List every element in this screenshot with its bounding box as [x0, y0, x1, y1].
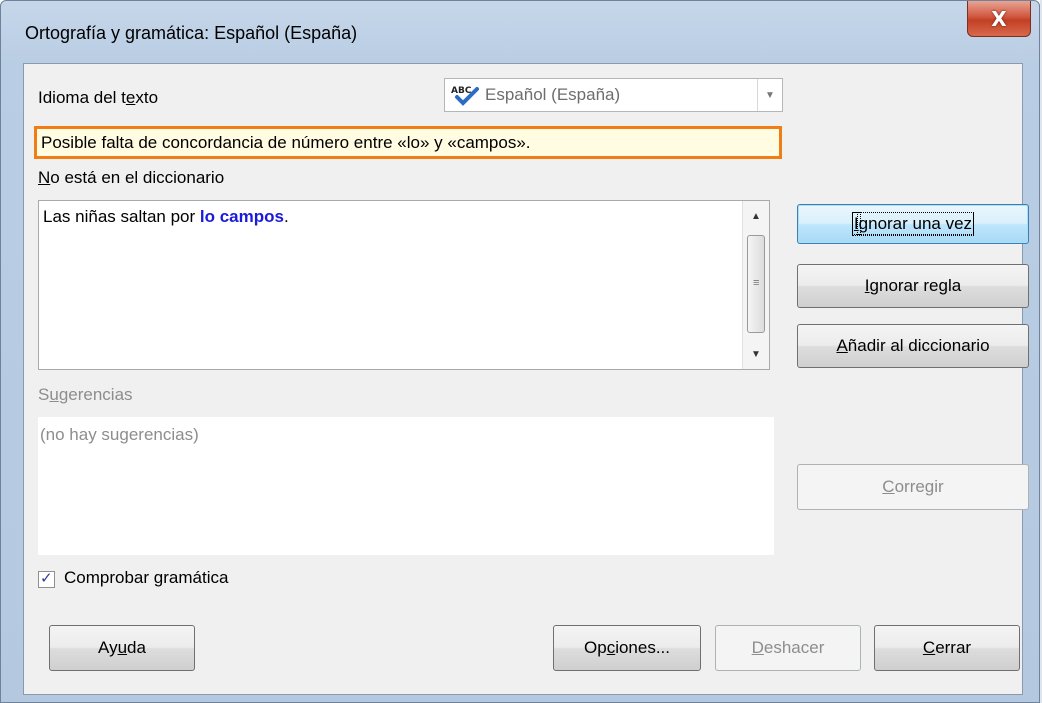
no-suggestions-text: (no hay sugerencias) — [40, 425, 199, 444]
dialog-client-area: Idioma del texto ABC Español (España) ▼ … — [23, 63, 1029, 695]
not-in-dictionary-label: No está en el diccionario — [38, 168, 225, 187]
spellcheck-abc-icon: ABC — [451, 86, 479, 106]
checkmark-icon: ✓ — [40, 570, 53, 587]
error-message: Posible falta de concordancia de número … — [41, 133, 531, 152]
sentence-text: Las niñas saltan por lo campos. — [43, 207, 289, 226]
sentence-textarea[interactable]: Las niñas saltan por lo campos. ▲ ≡ ▼ — [38, 200, 770, 370]
close-window-button[interactable]: X — [967, 1, 1031, 37]
correct-button[interactable]: Corregir — [797, 464, 1029, 510]
ignore-once-button[interactable]: Ignorar una vez — [797, 204, 1029, 244]
window-title: Ortografía y gramática: Español (España) — [25, 23, 358, 43]
scrollbar-thumb[interactable]: ≡ — [747, 235, 765, 333]
close-button[interactable]: Cerrar — [874, 625, 1020, 671]
close-icon: X — [991, 6, 1007, 31]
language-label: Idioma del texto — [38, 88, 159, 107]
vertical-scrollbar[interactable]: ▲ ≡ ▼ — [742, 201, 769, 369]
suggestions-list[interactable]: (no hay sugerencias) — [38, 417, 774, 555]
check-grammar-checkbox[interactable]: ✓ — [38, 570, 55, 588]
language-select[interactable]: ABC Español (España) ▼ — [444, 78, 783, 112]
check-grammar-label[interactable]: Comprobar gramática — [64, 568, 228, 588]
title-bar[interactable]: Ortografía y gramática: Español (España)… — [1, 1, 1041, 63]
options-button[interactable]: Opciones... — [553, 625, 701, 671]
add-to-dictionary-button[interactable]: Añadir al diccionario — [797, 324, 1029, 368]
error-message-box: Posible falta de concordancia de número … — [34, 126, 782, 159]
ignore-rule-button[interactable]: Ignorar regla — [797, 264, 1029, 308]
suggestions-label: Sugerencias — [38, 385, 133, 404]
chevron-down-icon[interactable]: ▼ — [757, 79, 782, 111]
spellcheck-dialog: Ortografía y gramática: Español (España)… — [0, 0, 1040, 703]
undo-button[interactable]: Deshacer — [715, 625, 861, 671]
grip-icon: ≡ — [753, 277, 760, 289]
language-selected-value: Español (España) — [485, 85, 621, 104]
help-button[interactable]: Ayuda — [49, 625, 195, 671]
scroll-up-icon[interactable]: ▲ — [743, 203, 769, 229]
error-highlight: lo campos — [199, 207, 284, 226]
scroll-down-icon[interactable]: ▼ — [743, 341, 769, 367]
